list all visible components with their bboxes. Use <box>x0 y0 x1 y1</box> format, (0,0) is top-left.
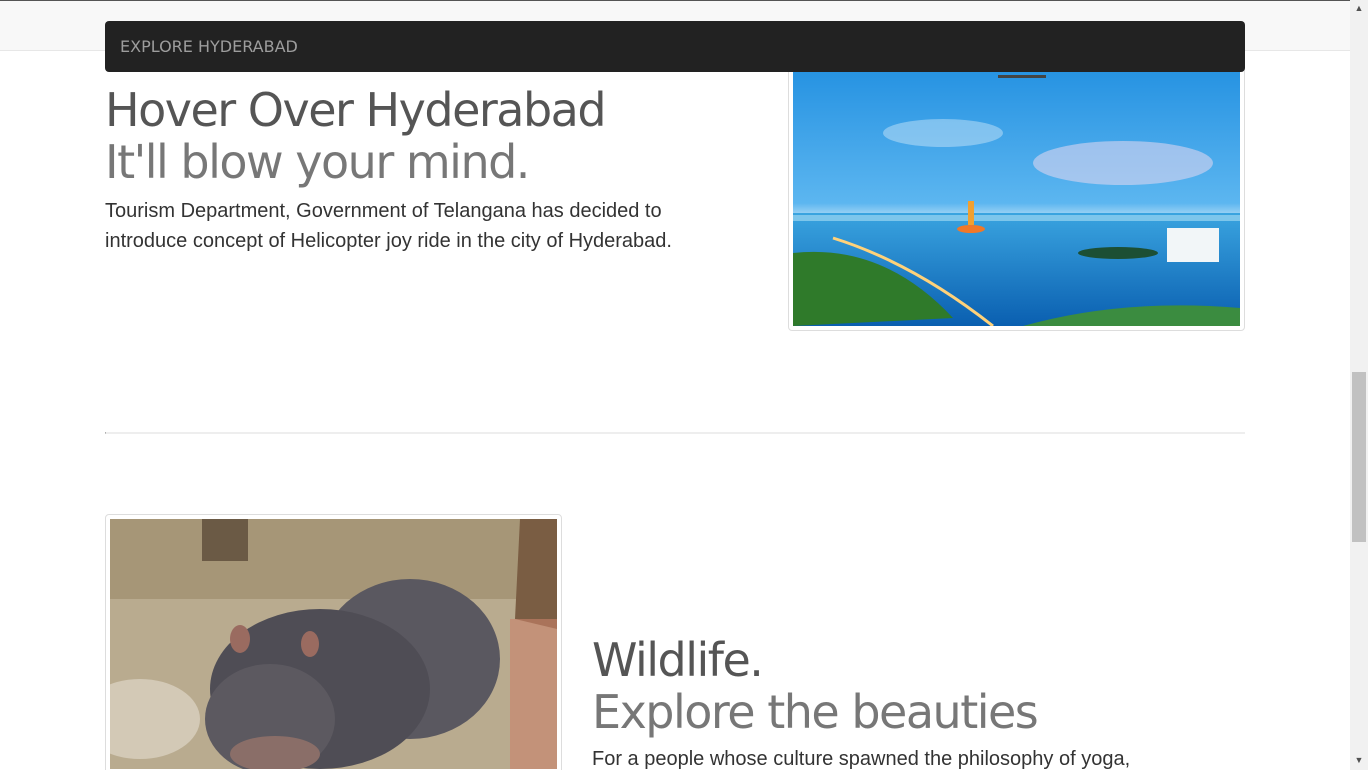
section-lead-text: For a people whose culture spawned the p… <box>592 748 1131 770</box>
scroll-down-arrow-icon[interactable]: ▼ <box>1350 752 1368 769</box>
hippo-wildlife-image <box>105 514 562 770</box>
section-heading-helicopter: Hover Over Hyderabad It'll blow your min… <box>105 83 607 189</box>
lake-photo-illustration <box>793 53 1240 326</box>
section-heading-wildlife: Wildlife. Explore the beauties <box>592 633 1039 739</box>
navbar: EXPLORE HYDERABAD <box>105 21 1245 72</box>
vertical-scrollbar[interactable]: ▲ ▼ <box>1350 0 1368 770</box>
section-divider <box>105 432 1245 434</box>
scrollbar-thumb[interactable] <box>1352 372 1366 542</box>
heading-main: Wildlife. <box>592 633 764 687</box>
scroll-up-arrow-icon[interactable]: ▲ <box>1350 0 1368 17</box>
navbar-brand-link[interactable]: EXPLORE HYDERABAD <box>120 37 298 56</box>
helicopter-lake-image <box>788 48 1245 331</box>
section-lead-text: Tourism Department, Government of Telang… <box>105 200 672 252</box>
heading-muted: Explore the beauties <box>592 685 1039 739</box>
hippo-photo-illustration <box>110 519 557 769</box>
heading-main: Hover Over Hyderabad <box>105 83 607 137</box>
heading-muted: It'll blow your mind. <box>105 135 530 189</box>
